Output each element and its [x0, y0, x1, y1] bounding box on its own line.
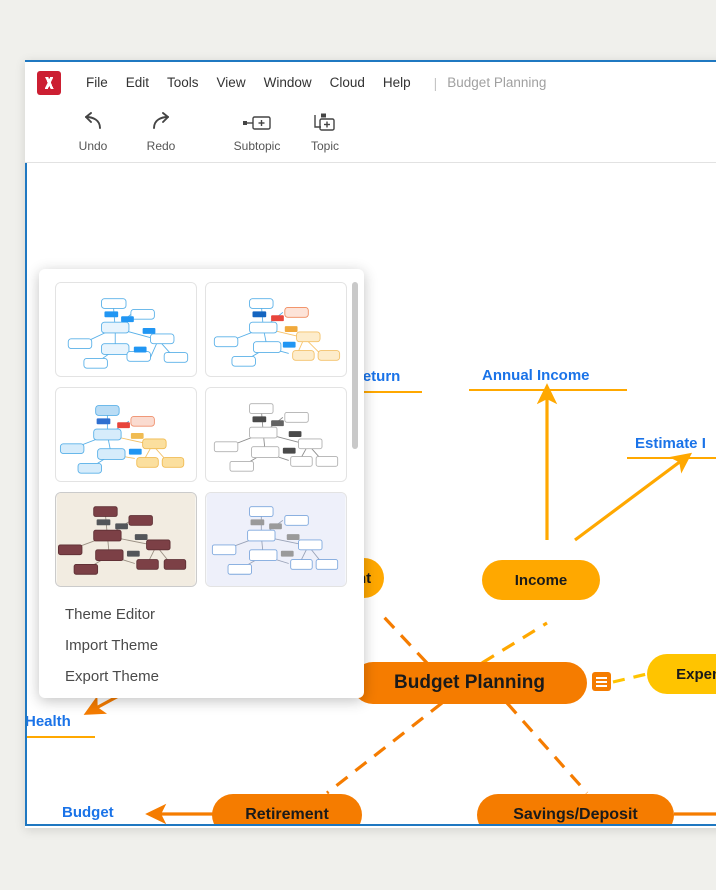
xmind-logo-icon: [37, 70, 61, 95]
leaf-health[interactable]: Health: [27, 713, 71, 730]
leaf-annual-income[interactable]: Annual Income: [482, 367, 590, 384]
theme-card-sunrise[interactable]: [55, 387, 197, 482]
theme-preview-grayscale: [206, 388, 346, 481]
collapse-bar: [596, 684, 607, 687]
node-expense[interactable]: Expense: [647, 654, 716, 694]
subtopic-label: Subtopic: [233, 139, 281, 153]
menu-help[interactable]: Help: [374, 71, 420, 94]
toolbar: Undo Redo Subtopic Topic: [25, 103, 716, 163]
leaf-budget[interactable]: Budget: [62, 804, 114, 821]
leaf-annual-income-underline: [469, 389, 627, 391]
menu-window[interactable]: Window: [255, 71, 321, 94]
theme-list-scrollbar-thumb[interactable]: [352, 282, 358, 449]
leaf-estimate-income[interactable]: Estimate I: [635, 435, 706, 452]
import-theme-action[interactable]: Import Theme: [65, 630, 364, 661]
theme-preview-lavender: [206, 493, 346, 586]
theme-dropdown-panel[interactable]: Theme Editor Import Theme Export Theme: [39, 269, 364, 698]
undo-arrow-icon: [80, 110, 106, 136]
document-title: Budget Planning: [447, 75, 547, 90]
menu-separator: |: [433, 74, 438, 91]
theme-preview-wine-beige: [56, 493, 196, 586]
subtopic-icon: [242, 110, 272, 136]
redo-arrow-icon: [148, 110, 174, 136]
theme-card-blue-light[interactable]: [55, 282, 197, 377]
menu-bar: File Edit Tools View Window Cloud Help |…: [25, 60, 716, 103]
topic-button[interactable]: Topic: [291, 107, 359, 153]
theme-card-blue-orange[interactable]: [205, 282, 347, 377]
menu-view[interactable]: View: [208, 71, 255, 94]
collapse-toggle-icon[interactable]: [592, 672, 611, 691]
export-theme-action[interactable]: Export Theme: [65, 661, 364, 692]
topic-label: Topic: [310, 139, 339, 153]
theme-preview-blue-orange: [206, 283, 346, 376]
theme-preview-sunrise: [56, 388, 196, 481]
app-window: File Edit Tools View Window Cloud Help |…: [25, 60, 716, 828]
redo-button[interactable]: Redo: [127, 107, 195, 153]
undo-button[interactable]: Undo: [59, 107, 127, 153]
collapse-bar: [596, 680, 607, 683]
node-budget-planning[interactable]: Budget Planning: [352, 662, 587, 704]
theme-list-scrollbar[interactable]: [352, 282, 358, 572]
menu-edit[interactable]: Edit: [117, 71, 158, 94]
node-savings-deposit[interactable]: Savings/Deposit: [477, 794, 674, 824]
menu-cloud[interactable]: Cloud: [321, 71, 374, 94]
menu-file[interactable]: File: [77, 71, 117, 94]
theme-card-wine-beige[interactable]: [55, 492, 197, 587]
redo-label: Redo: [146, 139, 176, 153]
leaf-estimate-income-underline: [627, 457, 716, 459]
theme-card-lavender[interactable]: [205, 492, 347, 587]
mindmap-canvas[interactable]: Budget Planning Investment Income Expens…: [25, 163, 716, 826]
leaf-health-underline: [27, 736, 95, 738]
collapse-bar: [596, 676, 607, 679]
subtopic-button[interactable]: Subtopic: [223, 107, 291, 153]
node-retirement[interactable]: Retirement: [212, 794, 362, 824]
undo-label: Undo: [78, 139, 108, 153]
topic-icon: [312, 110, 338, 136]
theme-card-grayscale[interactable]: [205, 387, 347, 482]
theme-editor-action[interactable]: Theme Editor: [65, 599, 364, 630]
node-income[interactable]: Income: [482, 560, 600, 600]
theme-actions-list: Theme Editor Import Theme Export Theme: [39, 591, 364, 692]
theme-preview-blue-light: [56, 283, 196, 376]
menu-tools[interactable]: Tools: [158, 71, 208, 94]
theme-thumbnail-grid: [39, 269, 364, 587]
